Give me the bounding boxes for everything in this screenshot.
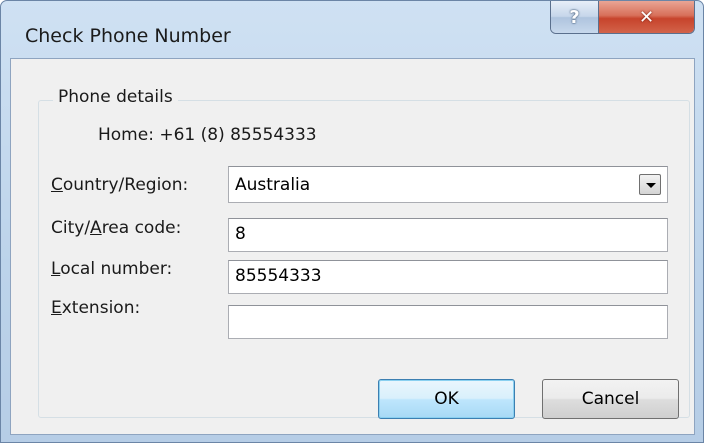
country-select[interactable]: Australia <box>228 166 668 203</box>
title-bar[interactable]: Check Phone Number ? ✕ <box>1 1 703 59</box>
dialog-title: Check Phone Number <box>25 25 231 47</box>
extension-label: Extension: <box>51 298 141 318</box>
close-icon: ✕ <box>638 6 655 28</box>
cancel-button[interactable]: Cancel <box>542 379 679 419</box>
local-number-label: Local number: <box>51 259 173 279</box>
dialog-body: Phone details Home: +61 (8) 85554333 Cou… <box>10 58 695 435</box>
country-value: Australia <box>235 175 311 195</box>
local-number-input[interactable]: 85554333 <box>228 260 668 294</box>
close-button[interactable]: ✕ <box>599 1 694 33</box>
city-area-code-input[interactable]: 8 <box>228 218 668 252</box>
ok-button[interactable]: OK <box>378 379 515 419</box>
help-button[interactable]: ? <box>551 1 599 33</box>
caption-buttons: ? ✕ <box>550 1 695 34</box>
help-icon: ? <box>569 6 580 28</box>
country-label: Country/Region: <box>51 175 189 195</box>
city-area-code-label: City/Area code: <box>51 218 182 238</box>
local-number-value: 85554333 <box>235 266 322 286</box>
group-label: Phone details <box>53 87 178 107</box>
city-area-code-value: 8 <box>235 224 246 244</box>
home-phone-summary: Home: +61 (8) 85554333 <box>98 125 317 145</box>
chevron-down-icon[interactable] <box>639 174 661 195</box>
dialog-window: Check Phone Number ? ✕ Phone details Hom… <box>0 0 704 443</box>
extension-input[interactable] <box>228 305 668 339</box>
